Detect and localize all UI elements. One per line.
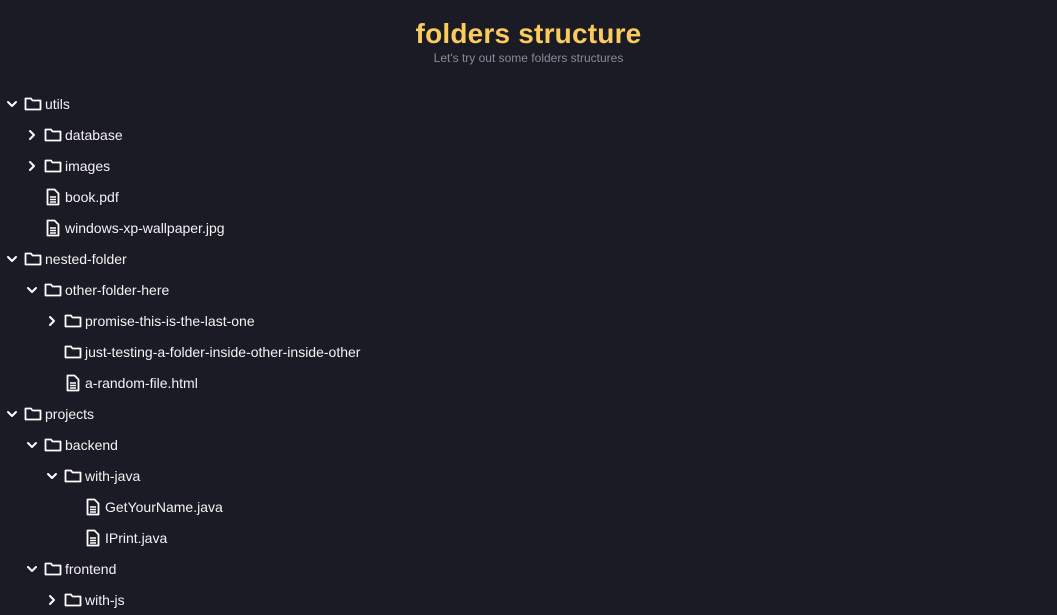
chevron-down-icon[interactable] bbox=[4, 251, 20, 267]
tree-folder-row[interactable]: other-folder-here bbox=[0, 274, 1057, 305]
tree-folder-row[interactable]: with-js bbox=[0, 584, 1057, 615]
chevron-down-icon[interactable] bbox=[44, 468, 60, 484]
page-title: folders structure bbox=[415, 18, 642, 49]
tree-item-label: with-java bbox=[85, 467, 141, 484]
tree-folder-row[interactable]: projects bbox=[0, 398, 1057, 429]
folder-icon bbox=[64, 591, 82, 609]
folder-icon bbox=[64, 343, 82, 361]
folder-icon bbox=[44, 560, 62, 578]
folder-tree: utils database images book.pdf windows-xp-wa… bbox=[0, 88, 1057, 615]
chevron-right-icon[interactable] bbox=[44, 592, 60, 608]
tree-folder-row[interactable]: backend bbox=[0, 429, 1057, 460]
file-icon bbox=[64, 374, 82, 392]
tree-item-label: with-js bbox=[85, 591, 125, 608]
folder-icon bbox=[24, 95, 42, 113]
chevron-right-icon[interactable] bbox=[24, 127, 40, 143]
folder-icon bbox=[24, 405, 42, 423]
file-icon bbox=[44, 188, 62, 206]
folder-icon bbox=[44, 126, 62, 144]
folder-icon bbox=[44, 436, 62, 454]
tree-file-row[interactable]: GetYourName.java bbox=[0, 491, 1057, 522]
folder-icon bbox=[44, 157, 62, 175]
chevron-down-icon[interactable] bbox=[24, 282, 40, 298]
tree-folder-row[interactable]: database bbox=[0, 119, 1057, 150]
tree-folder-row[interactable]: just-testing-a-folder-inside-other-insid… bbox=[0, 336, 1057, 367]
tree-item-label: windows-xp-wallpaper.jpg bbox=[65, 219, 225, 236]
tree-item-label: nested-folder bbox=[45, 250, 127, 267]
file-icon bbox=[44, 219, 62, 237]
tree-item-label: IPrint.java bbox=[105, 529, 168, 546]
tree-file-row[interactable]: a-random-file.html bbox=[0, 367, 1057, 398]
chevron-right-icon[interactable] bbox=[44, 313, 60, 329]
chevron-down-icon[interactable] bbox=[4, 406, 20, 422]
tree-file-row[interactable]: windows-xp-wallpaper.jpg bbox=[0, 212, 1057, 243]
tree-file-row[interactable]: book.pdf bbox=[0, 181, 1057, 212]
tree-folder-row[interactable]: with-java bbox=[0, 460, 1057, 491]
chevron-down-icon[interactable] bbox=[24, 437, 40, 453]
chevron-down-icon[interactable] bbox=[24, 561, 40, 577]
tree-item-label: promise-this-is-the-last-one bbox=[85, 312, 255, 329]
tree-item-label: database bbox=[65, 126, 123, 143]
page-subtitle: Let's try out some folders structures bbox=[433, 51, 624, 65]
tree-item-label: just-testing-a-folder-inside-other-insid… bbox=[85, 343, 361, 360]
tree-folder-row[interactable]: frontend bbox=[0, 553, 1057, 584]
folder-icon bbox=[64, 467, 82, 485]
chevron-down-icon[interactable] bbox=[4, 96, 20, 112]
chevron-right-icon[interactable] bbox=[24, 158, 40, 174]
tree-item-label: book.pdf bbox=[65, 188, 119, 205]
folder-icon bbox=[64, 312, 82, 330]
tree-item-label: images bbox=[65, 157, 111, 174]
tree-item-label: a-random-file.html bbox=[85, 374, 198, 391]
file-icon bbox=[84, 498, 102, 516]
page-header: folders structure Let's try out some fol… bbox=[0, 18, 1057, 65]
folder-icon bbox=[24, 250, 42, 268]
tree-folder-row[interactable]: nested-folder bbox=[0, 243, 1057, 274]
tree-item-label: other-folder-here bbox=[65, 281, 170, 298]
tree-folder-row[interactable]: promise-this-is-the-last-one bbox=[0, 305, 1057, 336]
tree-item-label: utils bbox=[45, 95, 70, 112]
tree-item-label: frontend bbox=[65, 560, 117, 577]
tree-item-label: GetYourName.java bbox=[105, 498, 223, 515]
tree-folder-row[interactable]: utils bbox=[0, 88, 1057, 119]
tree-item-label: backend bbox=[65, 436, 118, 453]
tree-file-row[interactable]: IPrint.java bbox=[0, 522, 1057, 553]
folder-icon bbox=[44, 281, 62, 299]
tree-folder-row[interactable]: images bbox=[0, 150, 1057, 181]
file-icon bbox=[84, 529, 102, 547]
tree-item-label: projects bbox=[45, 405, 95, 422]
